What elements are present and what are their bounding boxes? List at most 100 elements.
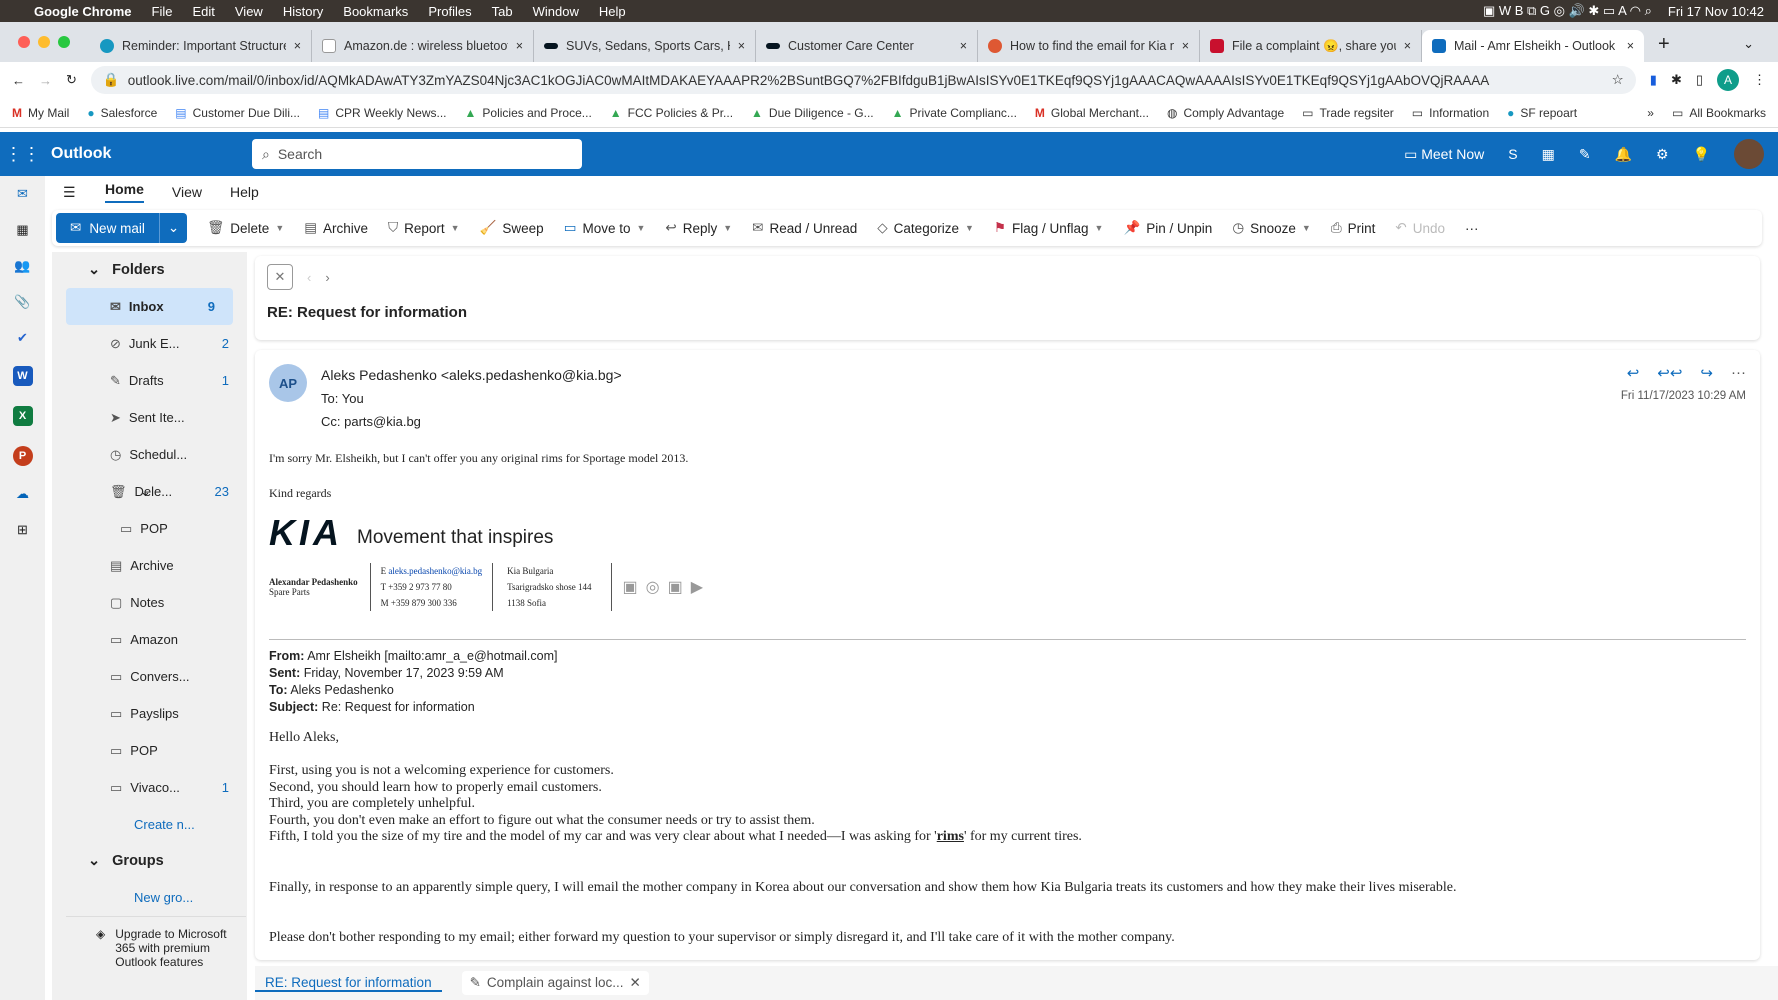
all-bookmarks[interactable]: ▭ All Bookmarks [1672, 106, 1766, 120]
forward-icon[interactable]: → [39, 73, 52, 88]
browser-tab[interactable]: SUVs, Sedans, Sports Cars, H × [534, 30, 756, 62]
reply-icon[interactable]: ↩ [1627, 364, 1640, 382]
calendar-edit-icon[interactable]: ✎ [1579, 146, 1591, 163]
browser-tab-active[interactable]: Mail - Amr Elsheikh - Outlook × [1422, 30, 1644, 62]
chevron-down-icon[interactable]: ⌄ [160, 220, 187, 236]
menu-kebab-icon[interactable]: ⋮ [1753, 72, 1766, 88]
skype-icon[interactable]: S [1508, 146, 1517, 162]
url-input[interactable]: 🔒 outlook.live.com/mail/0/inbox/id/AQMkAD… [90, 66, 1636, 94]
new-group-link[interactable]: New gro... [52, 879, 247, 916]
word-icon[interactable]: W [12, 366, 33, 386]
gear-icon[interactable]: ⚙ [1656, 146, 1669, 163]
tab-view[interactable]: View [172, 184, 202, 200]
onedrive-icon[interactable]: ☁ [16, 486, 29, 502]
reply-all-icon[interactable]: ↩↩ [1657, 364, 1682, 382]
attachment-icon[interactable]: 📎 [14, 294, 30, 310]
report-button[interactable]: ⛉ Report ▼ [388, 220, 460, 236]
meet-now-button[interactable]: ▭ Meet Now [1404, 146, 1484, 163]
bookmark[interactable]: ● SF repoart [1507, 106, 1577, 120]
bookmark[interactable]: ▲ Private Complianc... [892, 106, 1017, 120]
folder-item[interactable]: ▭ POP [52, 510, 247, 547]
folders-header[interactable]: ⌄ Folders [52, 252, 247, 288]
excel-icon[interactable]: X [12, 406, 33, 426]
archive-button[interactable]: ▤ Archive [304, 220, 368, 236]
bookmark[interactable]: ● Salesforce [87, 106, 157, 120]
browser-tab[interactable]: Reminder: Important Structure × [90, 30, 312, 62]
create-folder-link[interactable]: Create n... [52, 806, 247, 843]
lightbulb-icon[interactable]: 💡 [1693, 146, 1710, 163]
bookmark[interactable]: ▲ Policies and Proce... [465, 106, 592, 120]
menu-view[interactable]: View [235, 4, 263, 19]
reload-icon[interactable]: ↻ [66, 72, 77, 88]
bookmark[interactable]: M My Mail [12, 106, 69, 120]
calendar-icon[interactable]: ▦ [16, 222, 28, 238]
snooze-button[interactable]: ◷ Snooze ▼ [1232, 220, 1311, 236]
browser-tab[interactable]: Amazon.de : wireless bluetooth × [312, 30, 534, 62]
linkedin-icon[interactable]: ▣ [668, 577, 683, 597]
star-icon[interactable]: ☆ [1612, 72, 1624, 88]
outlook-logo-text[interactable]: Outlook [51, 145, 111, 163]
more-icon[interactable]: ··· [1731, 364, 1746, 382]
forward-icon[interactable]: ↪ [1700, 364, 1713, 382]
close-icon[interactable]: × [1182, 39, 1189, 53]
close-icon[interactable]: × [294, 39, 301, 53]
move-to-button[interactable]: ▭ Move to ▼ [564, 220, 646, 236]
close-icon[interactable]: × [516, 39, 523, 53]
print-button[interactable]: ⎙ Print [1331, 220, 1376, 236]
close-icon[interactable]: × [1404, 39, 1411, 53]
chevron-down-icon[interactable]: ⌄ [140, 484, 151, 500]
bookmark[interactable]: M Global Merchant... [1035, 106, 1149, 120]
folder-item[interactable]: ⊘ Junk E... 2 [52, 325, 247, 362]
people-icon[interactable]: 👥 [14, 258, 30, 274]
menu-tab[interactable]: Tab [492, 4, 513, 19]
close-icon[interactable]: × [960, 39, 967, 53]
sender-avatar[interactable]: AP [269, 364, 307, 402]
new-mail-button[interactable]: ✉ New mail ⌄ [56, 213, 188, 243]
tab-help[interactable]: Help [230, 184, 259, 200]
instagram-icon[interactable]: ◎ [646, 577, 660, 597]
folder-item[interactable]: ▤ Archive [52, 547, 247, 584]
sidepanel-icon[interactable]: ▯ [1696, 72, 1703, 88]
bitwarden-icon[interactable]: ▮ [1650, 72, 1657, 88]
close-icon[interactable]: ✕ [267, 264, 293, 290]
bookmark[interactable]: ◍ Comply Advantage [1167, 106, 1284, 120]
menu-edit[interactable]: Edit [192, 4, 214, 19]
sender[interactable]: Aleks Pedashenko <aleks.pedashenko@kia.b… [321, 364, 622, 387]
cc-recipient[interactable]: parts@kia.bg [344, 414, 421, 429]
menu-bookmarks[interactable]: Bookmarks [343, 4, 408, 19]
window-controls[interactable] [18, 36, 70, 48]
folder-item[interactable]: ⌄ 🗑 Dele... 23 [52, 473, 247, 510]
tab-home[interactable]: Home [105, 181, 144, 203]
to-recipient[interactable]: You [342, 391, 364, 406]
folder-item[interactable]: ✉ Inbox 9 [66, 288, 233, 325]
previous-icon[interactable]: ‹ [307, 270, 311, 285]
close-icon[interactable]: × [738, 39, 745, 53]
search-input[interactable]: ⌕ Search [252, 139, 582, 169]
clock[interactable]: Fri 17 Nov 10:42 [1668, 4, 1764, 19]
sweep-button[interactable]: 🧹 Sweep [480, 220, 544, 236]
folder-item[interactable]: ◷ Schedul... [52, 436, 247, 473]
delete-button[interactable]: 🗑 Delete ▼ [207, 220, 284, 236]
close-icon[interactable]: × [1627, 39, 1634, 53]
bell-icon[interactable]: 🔔 [1615, 146, 1632, 163]
flag-button[interactable]: ⚑ Flag / Unflag ▼ [994, 220, 1104, 236]
menu-history[interactable]: History [283, 4, 323, 19]
folder-item[interactable]: ▭ POP [52, 732, 247, 769]
sig-email-link[interactable]: aleks.pedashenko@kia.bg [388, 566, 482, 576]
new-tab-button[interactable]: + [1658, 33, 1670, 56]
bottom-tab-draft[interactable]: ✎ Complain against loc... ✕ [461, 971, 649, 995]
undo-button[interactable]: ↶ Undo [1395, 220, 1445, 236]
status-icons[interactable]: ▣ W B ⧉ G ◎ 🔊 ✱ ▭ A ◠ ⌕ [1483, 3, 1652, 19]
browser-tab[interactable]: Customer Care Center × [756, 30, 978, 62]
facebook-icon[interactable]: ▣ [622, 577, 637, 597]
more-options-icon[interactable]: ··· [1465, 221, 1479, 236]
apps-icon[interactable]: ⊞ [17, 522, 28, 538]
folder-item[interactable]: ➤ Sent Ite... [52, 399, 247, 436]
close-icon[interactable]: ✕ [629, 975, 640, 991]
menu-window[interactable]: Window [533, 4, 579, 19]
bookmark[interactable]: ▤ CPR Weekly News... [318, 106, 446, 120]
read-unread-button[interactable]: ✉ Read / Unread [752, 220, 857, 236]
todo-icon[interactable]: ✔ [17, 330, 28, 346]
bottom-tab-message[interactable]: RE: Request for information [255, 975, 442, 992]
bookmark[interactable]: ▭ Trade regsiter [1302, 106, 1394, 120]
